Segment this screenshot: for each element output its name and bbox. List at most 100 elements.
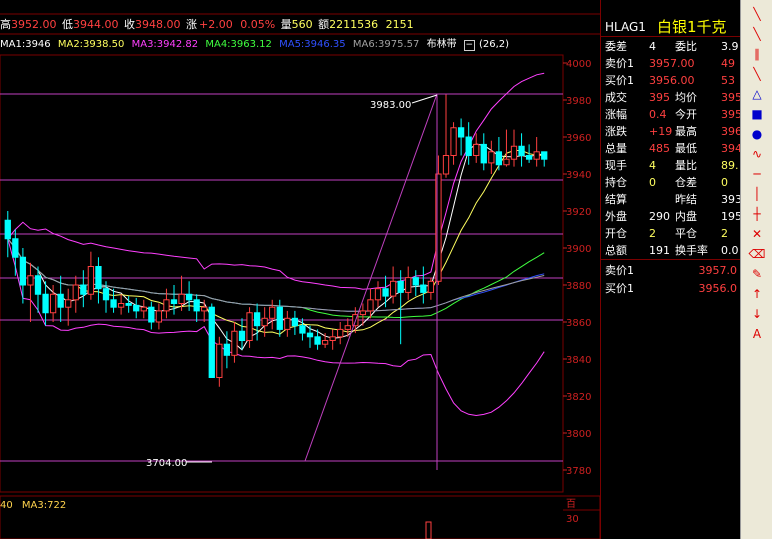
- quote-value: 191: [649, 244, 670, 257]
- instrument-code: HLAG1: [605, 20, 646, 34]
- quote-value: 395: [649, 91, 670, 104]
- quote-value: 49: [721, 57, 735, 70]
- candle-body: [140, 306, 147, 312]
- extra-value: 2151: [385, 18, 414, 31]
- quote-row: 卖价1 3957.00 49: [605, 56, 739, 72]
- candle-body: [246, 312, 253, 341]
- quote-label: 平仓: [675, 227, 697, 240]
- candle-body: [261, 317, 268, 327]
- quote-label: 涨幅: [605, 108, 627, 121]
- y-tick-label: 3960: [566, 133, 591, 144]
- grid-tool-icon[interactable]: ┼: [749, 206, 765, 222]
- candle-body: [374, 288, 382, 301]
- hline-tool-icon[interactable]: ─: [749, 166, 765, 182]
- y-tick-label: 3940: [566, 170, 591, 181]
- candle-body: [420, 284, 427, 293]
- candle-body: [95, 266, 102, 290]
- triangle-tool-icon[interactable]: △: [749, 86, 765, 102]
- quote-value: 0: [721, 176, 728, 189]
- quote-value: 0.0: [721, 244, 739, 257]
- quote-value: 394: [721, 142, 742, 155]
- candle-body: [397, 280, 404, 293]
- arrow-up-icon[interactable]: ↑: [749, 286, 765, 302]
- y-tick-label: 3900: [566, 244, 591, 255]
- quote-value: 195: [721, 210, 742, 223]
- candle-body: [495, 151, 503, 166]
- eraser-tool-icon[interactable]: ⌫: [749, 246, 766, 262]
- parallel-tool-icon[interactable]: ∥: [749, 46, 765, 62]
- candle-body: [27, 275, 34, 286]
- quote-bar: 高3952.00 低3944.00 收3948.00 涨 +2.00 0.05% …: [0, 16, 600, 33]
- ma-line: [7, 143, 545, 351]
- quote-value: 0.4: [649, 108, 667, 121]
- quote-label: 委比: [675, 40, 697, 53]
- close-label: 收: [124, 18, 135, 31]
- candle-body: [427, 280, 435, 293]
- candle-body: [510, 145, 518, 160]
- quote-row: 开仓 2 平仓 2: [605, 226, 739, 242]
- sub-indicator-bar: 40 MA3:722: [0, 500, 560, 512]
- cross-tool-icon[interactable]: ✕: [749, 226, 765, 242]
- candle-body: [367, 299, 374, 312]
- pencil-tool-icon[interactable]: ✎: [749, 266, 765, 282]
- circle-tool-icon[interactable]: ●: [749, 126, 765, 142]
- quote-label: 均价: [675, 91, 697, 104]
- indicator-toggle-icon[interactable]: −: [463, 40, 475, 51]
- quote-value: 395: [721, 91, 742, 104]
- candle-body: [185, 293, 193, 301]
- ray-tool-icon[interactable]: ╲: [749, 26, 765, 42]
- quote-label: 涨跌: [605, 125, 627, 138]
- high-marker-pointer: [411, 94, 438, 104]
- candle-body: [4, 219, 11, 240]
- high-marker-label: 3983.00: [370, 100, 411, 111]
- quote-label: 买价1: [605, 74, 634, 87]
- candle-body: [359, 310, 367, 316]
- candle-body: [503, 158, 510, 166]
- quote-value: 4: [649, 40, 656, 53]
- quote-row: 成交 395 均价 395: [605, 90, 742, 106]
- quote-value: 3956.00: [649, 74, 695, 87]
- candle-body: [525, 155, 533, 160]
- quote-value: 0: [649, 176, 656, 189]
- quote-value: 53: [721, 74, 735, 87]
- quote-row: 涨跌 +19 最高 396: [605, 124, 742, 140]
- candle-body: [473, 143, 480, 156]
- low-label: 低: [62, 18, 73, 31]
- quote-label: 今开: [675, 108, 697, 121]
- y-tick-label: 3840: [566, 355, 591, 366]
- close-value: 3948.00: [135, 18, 181, 31]
- candle-body: [306, 332, 314, 338]
- candle-body: [382, 288, 389, 297]
- arrow-down-icon[interactable]: ↓: [749, 306, 765, 322]
- instrument-name: 白银1千克: [657, 18, 727, 36]
- candle-body: [72, 284, 79, 301]
- line-tool-icon[interactable]: ╲: [749, 6, 765, 22]
- candle-body: [223, 343, 231, 356]
- quote-label: 换手率: [675, 244, 708, 257]
- indicator-name[interactable]: 布林带: [427, 37, 457, 53]
- candle-body: [117, 303, 125, 308]
- text-tool-icon[interactable]: A: [749, 326, 765, 342]
- ma-line: [7, 150, 545, 335]
- candle-body: [208, 306, 215, 379]
- candle-body: [42, 293, 49, 314]
- candle-body: [518, 145, 525, 156]
- candle-body: [238, 330, 246, 341]
- quote-value: 89.: [721, 159, 739, 172]
- curve-tool-icon[interactable]: ∿: [749, 146, 765, 162]
- ma1-text: MA1:3946: [0, 39, 51, 50]
- segment-tool-icon[interactable]: ╲: [749, 66, 765, 82]
- plot-frame: [0, 54, 564, 493]
- candle-body: [344, 325, 351, 330]
- change-label: 涨: [186, 18, 197, 31]
- amount-value: 2211536: [329, 18, 379, 31]
- quote-value: 4: [649, 159, 656, 172]
- quote-value: 396: [721, 125, 742, 138]
- kline-chart[interactable]: 百 30 4000 3980 3960 3940 3920 3900 3880 3860 3840 3…: [0, 0, 600, 539]
- candle-body: [80, 284, 87, 295]
- vline-tool-icon[interactable]: │: [749, 186, 765, 202]
- candle-body: [389, 280, 397, 297]
- quote-label: 昨结: [675, 193, 697, 206]
- rect-tool-icon[interactable]: ■: [749, 106, 765, 122]
- amount-label: 额: [318, 18, 330, 31]
